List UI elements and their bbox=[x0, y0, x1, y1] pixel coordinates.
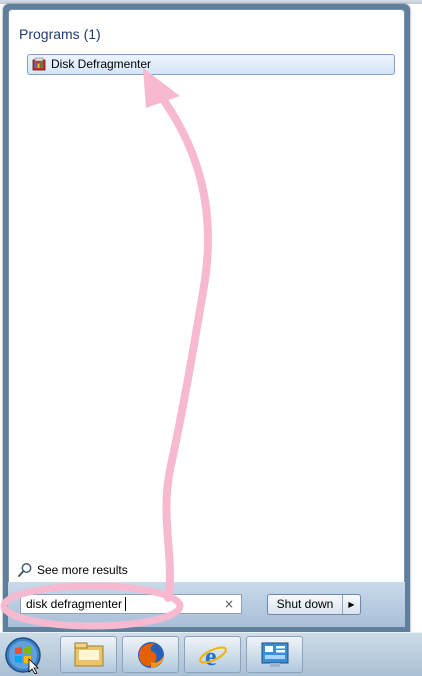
section-heading-programs: Programs (1) bbox=[19, 26, 101, 42]
taskbar-item-internet-explorer[interactable]: e bbox=[184, 636, 241, 673]
taskbar-item-firefox[interactable] bbox=[122, 636, 179, 673]
see-more-results-label: See more results bbox=[37, 563, 128, 577]
shutdown-button-group: Shut down ▶ bbox=[267, 594, 361, 615]
taskbar-item-windows-explorer[interactable] bbox=[60, 636, 117, 673]
clear-search-icon[interactable]: × bbox=[223, 596, 235, 612]
search-icon bbox=[18, 563, 32, 577]
start-menu-results-pane: Programs (1) Disk Defragmenter See more … bbox=[8, 9, 405, 627]
shutdown-options-arrow-icon[interactable]: ▶ bbox=[343, 595, 360, 614]
search-input[interactable]: disk defragmenter × bbox=[20, 594, 242, 614]
firefox-icon bbox=[138, 642, 164, 668]
text-caret bbox=[125, 597, 126, 611]
disk-defragmenter-icon bbox=[32, 57, 46, 71]
taskbar-item-control-panel[interactable] bbox=[246, 636, 303, 673]
taskbar: e bbox=[0, 632, 422, 676]
internet-explorer-icon: e bbox=[199, 642, 227, 670]
search-input-value: disk defragmenter bbox=[26, 597, 123, 611]
control-panel-icon bbox=[261, 642, 289, 667]
windows-orb-icon[interactable] bbox=[4, 636, 42, 674]
start-menu: Programs (1) Disk Defragmenter See more … bbox=[3, 4, 410, 632]
folder-icon bbox=[74, 642, 104, 667]
svg-text:e: e bbox=[205, 642, 217, 670]
result-item-label: Disk Defragmenter bbox=[51, 57, 152, 71]
shutdown-button[interactable]: Shut down bbox=[268, 595, 343, 614]
result-item-disk-defragmenter[interactable]: Disk Defragmenter bbox=[27, 54, 395, 75]
